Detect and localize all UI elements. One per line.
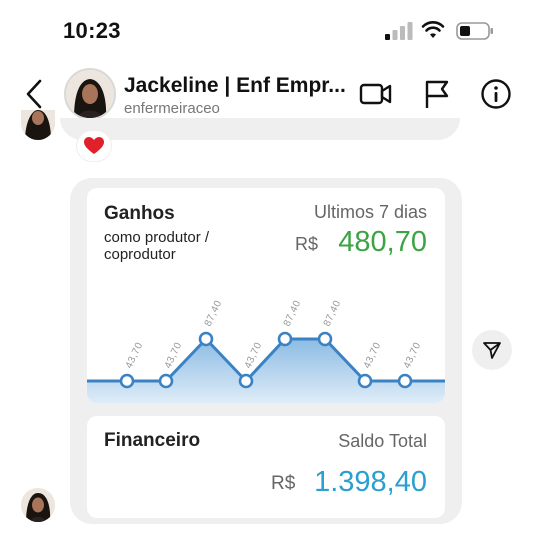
chart-data-label: 43,70 (362, 341, 384, 371)
chart-point (119, 373, 135, 389)
balance-label: Saldo Total (338, 431, 427, 451)
sender-avatar-bottom (21, 488, 55, 522)
video-call-icon[interactable] (359, 78, 393, 110)
balance-title: Financeiro (104, 430, 201, 451)
earnings-period: Ultimos 7 dias (313, 202, 427, 222)
contact-username: enfermeiraceo (124, 100, 220, 117)
status-time: 10:23 (63, 18, 121, 43)
heart-icon (84, 137, 104, 154)
wifi-icon (421, 21, 445, 38)
chart-point (158, 373, 174, 389)
share-button[interactable] (472, 330, 512, 370)
status-bar: 10:23 (0, 0, 535, 60)
chart-point (397, 373, 413, 389)
flag-icon[interactable] (423, 78, 451, 110)
signal-icon (385, 22, 413, 40)
back-icon[interactable] (22, 78, 46, 110)
chart-data-label: 43,70 (124, 341, 146, 371)
contact-name[interactable]: Jackeline | Enf Empr... (124, 74, 346, 98)
chart-data-label: 87,40 (282, 299, 304, 329)
earnings-title: Ganhos (104, 203, 175, 224)
chart-data-label: 43,70 (402, 341, 424, 371)
sender-avatar (21, 110, 55, 140)
battery-icon (456, 22, 493, 40)
avatar-image (66, 70, 114, 118)
previous-message-bubble (60, 118, 460, 140)
earnings-currency: R$ (295, 234, 319, 254)
profile-avatar[interactable] (64, 68, 116, 120)
chart-point (198, 331, 214, 347)
info-icon[interactable] (480, 78, 512, 110)
balance-amount: 1.398,40 (314, 466, 427, 498)
chart-point (317, 331, 333, 347)
chart-data-label: 87,40 (322, 299, 344, 329)
earnings-amount: 480,70 (338, 226, 427, 258)
chart-data-label: 87,40 (203, 299, 225, 329)
earnings-subtitle: como produtor / coprodutor (104, 229, 210, 263)
chart-point (277, 331, 293, 347)
chart-point (238, 373, 254, 389)
earnings-card: 43,70 43,70 87,40 43,70 87,40 87,40 43,70 43,70… (87, 188, 445, 403)
balance-card: Financeiro Saldo Total R$ 1.398,40 (87, 416, 445, 518)
share-icon (483, 342, 501, 359)
balance-currency: R$ (271, 473, 296, 494)
chart-point (357, 373, 373, 389)
heart-reaction[interactable] (76, 130, 112, 162)
